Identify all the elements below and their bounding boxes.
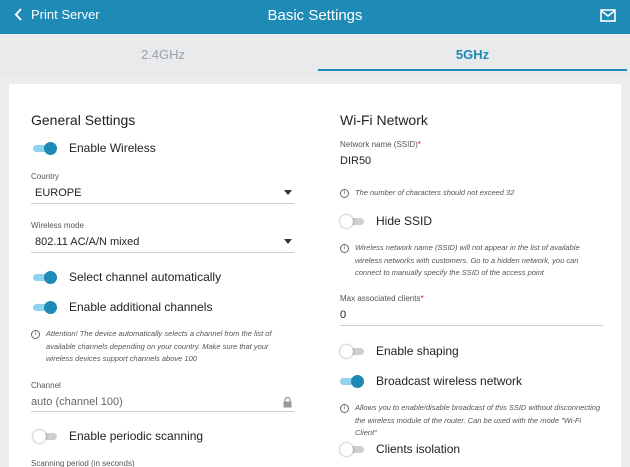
ssid-note: i The number of characters should not ex… bbox=[340, 187, 603, 200]
envelope-icon[interactable] bbox=[600, 9, 616, 22]
additional-channels-toggle[interactable]: Enable additional channels bbox=[33, 300, 212, 314]
clients-isolation-label: Clients isolation bbox=[376, 442, 461, 456]
enable-wireless-toggle[interactable]: Enable Wireless bbox=[33, 141, 156, 155]
max-clients-label-text: Max associated clients bbox=[340, 294, 421, 303]
switch-off[interactable] bbox=[340, 345, 364, 358]
switch-off[interactable] bbox=[340, 215, 364, 228]
select-channel-auto-label: Select channel automatically bbox=[69, 270, 222, 284]
attention-note-text: Attention! The device automatically sele… bbox=[46, 329, 272, 363]
broadcast-label: Broadcast wireless network bbox=[376, 374, 523, 388]
max-clients-underline bbox=[340, 325, 603, 326]
clients-isolation-toggle[interactable]: Clients isolation bbox=[340, 442, 460, 456]
channel-field: auto (channel 100) bbox=[31, 396, 123, 408]
hide-ssid-label: Hide SSID bbox=[376, 214, 433, 228]
wireless-mode-select[interactable]: 802.11 AC/A/N mixed bbox=[35, 236, 139, 248]
enable-wireless-label: Enable Wireless bbox=[69, 141, 156, 155]
general-settings-heading: General Settings bbox=[31, 112, 136, 128]
lock-icon bbox=[283, 397, 292, 408]
max-clients-label: Max associated clients* bbox=[340, 294, 424, 303]
info-icon: i bbox=[340, 244, 349, 253]
shaping-label: Enable shaping bbox=[376, 344, 459, 358]
tab-5ghz[interactable]: 5GHz bbox=[318, 34, 627, 76]
switch-on[interactable] bbox=[33, 301, 57, 314]
tab-2-4ghz[interactable]: 2.4GHz bbox=[8, 34, 318, 76]
switch-on[interactable] bbox=[33, 142, 57, 155]
chevron-down-icon[interactable] bbox=[284, 190, 292, 195]
switch-off[interactable] bbox=[33, 430, 57, 443]
settings-card: General Settings Enable Wireless Country… bbox=[9, 84, 621, 467]
channel-label: Channel bbox=[31, 381, 61, 390]
ssid-label-text: Network name (SSID) bbox=[340, 140, 418, 149]
max-clients-input[interactable]: 0 bbox=[340, 309, 346, 321]
country-label: Country bbox=[31, 172, 60, 181]
broadcast-note: i Allows you to enable/disable broadcast… bbox=[340, 402, 603, 440]
broadcast-note-text: Allows you to enable/disable broadcast o… bbox=[355, 403, 601, 437]
attention-note: i Attention! The device automatically se… bbox=[31, 328, 295, 366]
ssid-input[interactable]: DIR50 bbox=[340, 155, 371, 167]
wireless-mode-underline bbox=[31, 252, 294, 253]
ssid-label: Network name (SSID)* bbox=[340, 140, 421, 149]
info-icon: i bbox=[340, 404, 349, 413]
scanning-period-label: Scanning period (in seconds) bbox=[31, 459, 135, 467]
wireless-mode-label: Wireless mode bbox=[31, 221, 84, 230]
country-select[interactable]: EUROPE bbox=[35, 187, 81, 199]
shaping-toggle[interactable]: Enable shaping bbox=[340, 344, 459, 358]
periodic-scanning-toggle[interactable]: Enable periodic scanning bbox=[33, 429, 203, 443]
channel-underline bbox=[31, 411, 294, 412]
switch-on[interactable] bbox=[340, 375, 364, 388]
select-channel-auto-toggle[interactable]: Select channel automatically bbox=[33, 270, 221, 284]
wifi-network-heading: Wi-Fi Network bbox=[340, 112, 428, 128]
switch-off[interactable] bbox=[340, 443, 364, 456]
periodic-scanning-label: Enable periodic scanning bbox=[69, 429, 204, 443]
country-underline bbox=[31, 203, 294, 204]
broadcast-toggle[interactable]: Broadcast wireless network bbox=[340, 374, 522, 388]
band-tabs: 2.4GHz 5GHz bbox=[0, 34, 630, 76]
hide-ssid-toggle[interactable]: Hide SSID bbox=[340, 214, 432, 228]
chevron-down-icon[interactable] bbox=[284, 239, 292, 244]
required-mark: * bbox=[417, 140, 421, 149]
additional-channels-label: Enable additional channels bbox=[69, 300, 213, 314]
hide-ssid-note-text: Wireless network name (SSID) will not ap… bbox=[355, 243, 580, 277]
ssid-note-text: The number of characters should not exce… bbox=[355, 188, 515, 197]
required-mark: * bbox=[420, 294, 424, 303]
info-icon: i bbox=[31, 330, 40, 339]
page-title: Basic Settings bbox=[267, 7, 363, 24]
header-bar: Print Server Basic Settings bbox=[0, 0, 630, 34]
hide-ssid-note: i Wireless network name (SSID) will not … bbox=[340, 242, 603, 280]
info-icon: i bbox=[340, 189, 349, 198]
switch-on[interactable] bbox=[33, 271, 57, 284]
